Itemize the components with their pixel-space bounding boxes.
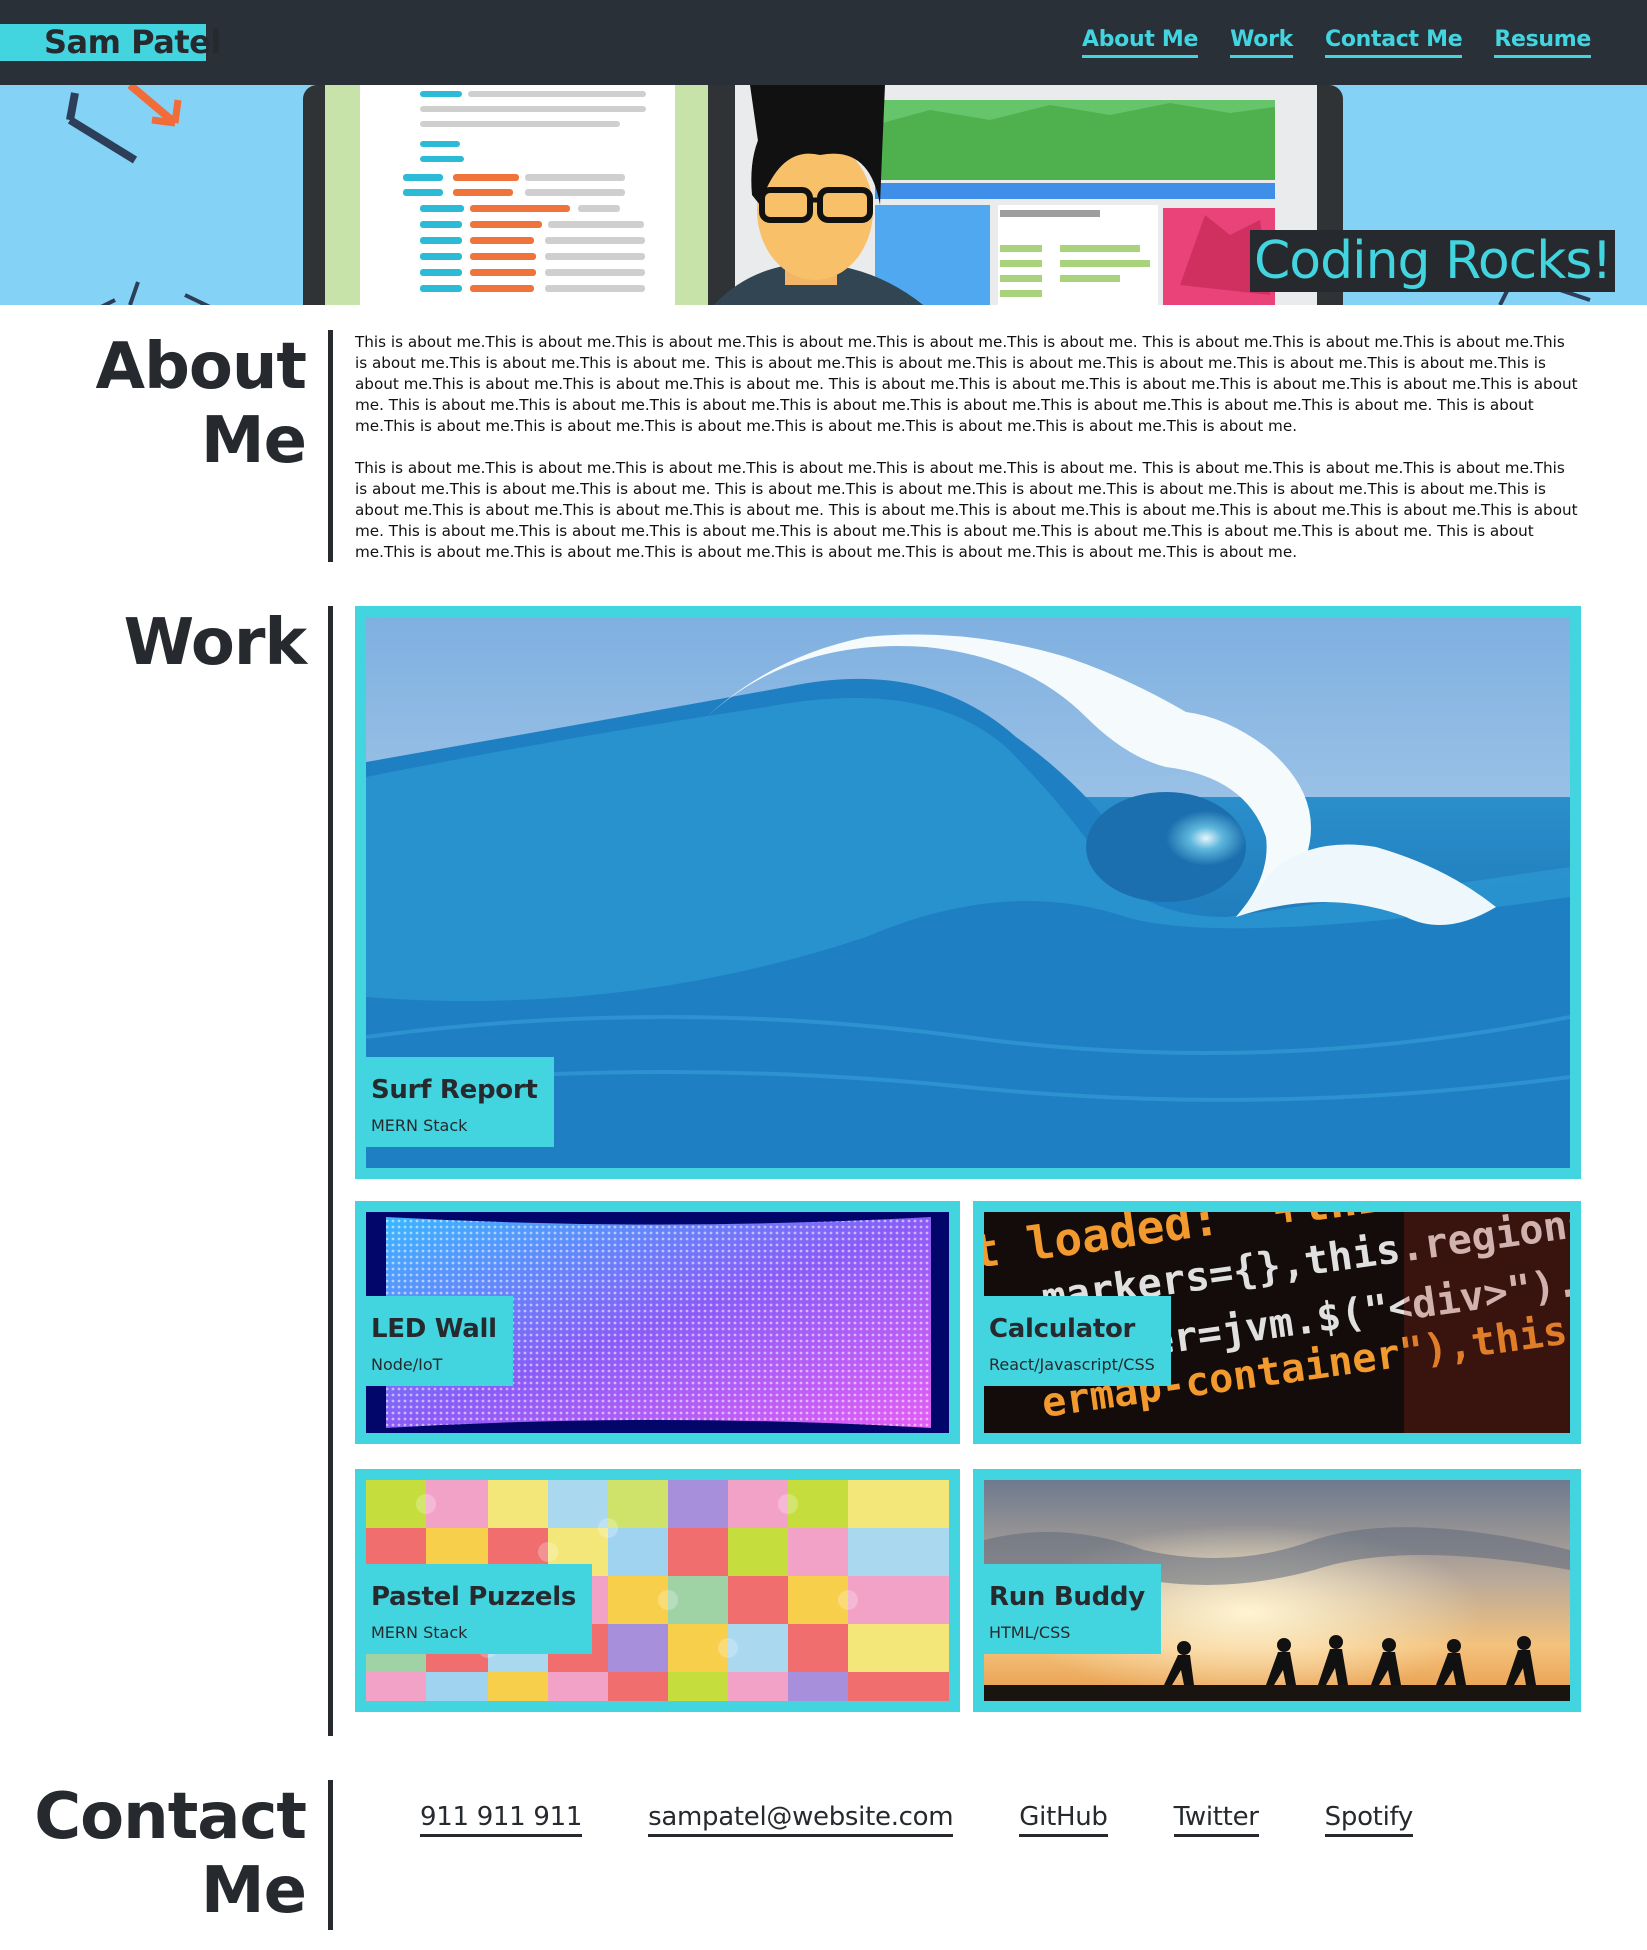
about-heading: About Me: [6, 330, 307, 478]
contact-spotify-link[interactable]: Spotify: [1324, 1800, 1413, 1837]
brand-logo[interactable]: Sam Patel: [0, 24, 221, 61]
project-title: Surf Report: [371, 1075, 538, 1105]
project-title: Pastel Puzzels: [371, 1582, 577, 1612]
about-heading-line2: Me: [200, 404, 307, 478]
contact-divider: [328, 1780, 333, 1930]
contact-twitter-link[interactable]: Twitter: [1173, 1800, 1259, 1837]
about-paragraph: This is about me.This is about me.This i…: [355, 333, 1578, 435]
work-heading: Work: [123, 606, 307, 680]
about-divider: [328, 330, 333, 562]
project-stack: HTML/CSS: [989, 1623, 1071, 1642]
about-paragraph: This is about me.This is about me.This i…: [355, 459, 1578, 561]
contact-heading-line2: Me: [200, 1854, 307, 1928]
project-card-run-buddy[interactable]: Run Buddy HTML/CSS: [973, 1469, 1581, 1712]
site-header: Sam Patel About Me Work Contact Me Resum…: [0, 0, 1647, 85]
contact-links: 911 911 911 sampatel@website.com GitHub …: [420, 1800, 1413, 1837]
contact-github-link[interactable]: GitHub: [1019, 1800, 1108, 1837]
nav-contact-me[interactable]: Contact Me: [1325, 26, 1463, 58]
project-stack: React/Javascript/CSS: [989, 1355, 1155, 1374]
main-nav: About Me Work Contact Me Resume: [1081, 26, 1591, 58]
code-brackets-icon: [100, 281, 211, 305]
contact-email-link[interactable]: sampatel@website.com: [648, 1800, 954, 1837]
project-label: Calculator React/Javascript/CSS: [973, 1296, 1171, 1386]
project-title: Calculator: [989, 1314, 1136, 1344]
hero-tagline: Coding Rocks!: [1250, 230, 1616, 292]
arrows-icon: [66, 85, 182, 164]
hero-banner: Coding Rocks!: [0, 85, 1647, 305]
nav-work[interactable]: Work: [1230, 26, 1293, 58]
contact-heading-line1: Contact: [34, 1780, 307, 1854]
project-card-surf-report[interactable]: Surf Report MERN Stack: [355, 606, 1581, 1179]
project-card-pastel-puzzels[interactable]: Pastel Puzzels MERN Stack: [355, 1469, 960, 1712]
project-label: Surf Report MERN Stack: [355, 1057, 554, 1147]
project-card-calculator[interactable]: t loaded: "+this. markers={},this.region…: [973, 1201, 1581, 1444]
about-heading-line1: About: [95, 330, 307, 404]
work-divider: [328, 606, 333, 1736]
project-stack: Node/IoT: [371, 1355, 443, 1374]
about-body: This is about me.This is about me.This i…: [355, 332, 1581, 584]
project-title: Run Buddy: [989, 1582, 1145, 1612]
project-label: LED Wall Node/IoT: [355, 1296, 513, 1386]
nav-about-me[interactable]: About Me: [1081, 26, 1198, 58]
nav-resume[interactable]: Resume: [1494, 26, 1591, 58]
project-label: Pastel Puzzels MERN Stack: [355, 1564, 593, 1654]
project-stack: MERN Stack: [371, 1623, 468, 1642]
project-card-led-wall[interactable]: LED Wall Node/IoT: [355, 1201, 960, 1444]
contact-heading: Contact Me: [6, 1780, 307, 1928]
project-title: LED Wall: [371, 1314, 497, 1344]
project-stack: MERN Stack: [371, 1116, 468, 1135]
project-label: Run Buddy HTML/CSS: [973, 1564, 1161, 1654]
contact-phone-link[interactable]: 911 911 911: [420, 1800, 582, 1837]
